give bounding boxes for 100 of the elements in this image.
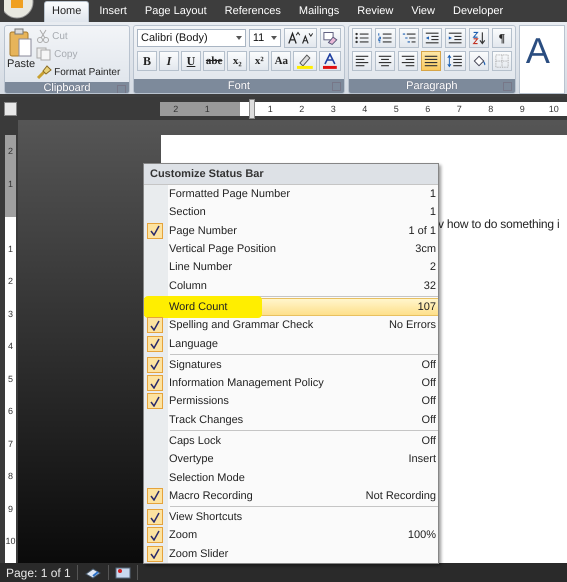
item-label: Page Number — [168, 224, 238, 237]
ribbon-tab[interactable]: References — [216, 1, 289, 22]
menu-item[interactable]: Information Management Policy Off — [144, 374, 438, 392]
menu-item[interactable]: Section 1 — [144, 203, 438, 222]
ribbon-tab[interactable]: Insert — [91, 1, 135, 22]
ruler-number: 6 — [6, 405, 14, 418]
font-color-button[interactable] — [319, 51, 341, 71]
menu-item[interactable]: Zoom Slider — [144, 544, 438, 563]
paragraph-button[interactable] — [445, 28, 466, 48]
checkbox[interactable] — [147, 393, 163, 410]
menu-item[interactable]: Word Count 107 — [144, 298, 438, 316]
paragraph-button[interactable] — [352, 28, 372, 48]
menu-item[interactable]: Permissions Off — [144, 392, 438, 411]
item-value: 1 — [430, 188, 437, 200]
menu-item[interactable]: Selection Mode — [144, 468, 438, 487]
item-label: Permissions — [168, 395, 230, 408]
paste-button[interactable]: Paste — [6, 28, 36, 80]
ruler-number: 3 — [6, 308, 14, 321]
item-value: 100% — [408, 529, 437, 542]
checkmark-icon — [150, 490, 160, 502]
alignment-button[interactable] — [421, 51, 442, 71]
item-value: Off — [422, 414, 437, 426]
ruler-number: 2 — [6, 145, 14, 158]
checkbox[interactable] — [147, 356, 163, 373]
ruler-number: 4 — [361, 102, 368, 116]
menu-item[interactable]: Macro Recording Not Recording — [144, 486, 438, 506]
menu-item[interactable]: View Shortcuts — [144, 508, 438, 526]
page-count[interactable]: Page: 1 of 1 — [6, 566, 71, 580]
paragraph-button[interactable] — [422, 28, 442, 48]
alignment-button[interactable] — [374, 51, 395, 71]
group-label: Clipboard — [43, 82, 91, 93]
ruler-number: 10 — [548, 102, 560, 116]
bullet-list-icon — [354, 31, 370, 45]
item-label: Language — [168, 338, 219, 350]
paragraph-button[interactable] — [444, 51, 466, 71]
copy-icon — [36, 47, 52, 61]
ribbon-tab[interactable]: Developer — [445, 1, 512, 22]
grow-font-button[interactable] — [284, 28, 318, 48]
checkbox[interactable] — [147, 317, 163, 334]
group-label: Font — [228, 80, 250, 92]
menu-item[interactable]: Column 32 — [144, 276, 438, 295]
menu-item[interactable]: Spelling and Grammar Check No Errors — [144, 316, 438, 334]
checkbox[interactable] — [147, 336, 163, 352]
highlight-button[interactable] — [293, 51, 318, 71]
menu-item[interactable]: Page Number 1 of 1 — [144, 222, 438, 240]
menu-item[interactable]: Zoom 100% — [144, 526, 438, 545]
format-button[interactable]: x₂ — [227, 51, 248, 71]
menu-item[interactable]: Formatted Page Number 1 — [144, 185, 438, 204]
ribbon-tab[interactable]: Home — [44, 1, 90, 22]
checkmark-icon — [150, 320, 160, 331]
show-formatting-button[interactable]: ¶ — [492, 28, 512, 48]
font-size-field[interactable]: 11 — [248, 29, 281, 47]
checkbox[interactable] — [147, 509, 163, 526]
format-button[interactable]: x² — [249, 51, 270, 71]
format-button[interactable]: abe — [203, 51, 226, 71]
alignment-button[interactable] — [398, 51, 418, 71]
dropdown-arrow-icon[interactable] — [236, 36, 242, 40]
paragraph-button[interactable] — [375, 28, 396, 48]
ruler-number: 4 — [6, 340, 14, 354]
menu-item[interactable]: Overtype Insert — [144, 450, 438, 468]
menu-item[interactable]: Signatures Off — [144, 356, 438, 374]
checkbox[interactable] — [147, 527, 163, 544]
clipboard-button[interactable]: Format Painter — [36, 64, 120, 80]
menu-item[interactable]: Track Changes Off — [144, 410, 438, 429]
item-label: Track Changes — [168, 414, 244, 426]
item-label: Section — [168, 206, 207, 218]
item-label: Vertical Page Position — [168, 243, 278, 256]
format-button[interactable]: I — [159, 51, 179, 71]
indent-marker[interactable] — [248, 98, 254, 118]
ribbon-tab[interactable]: Page Layout — [136, 1, 215, 22]
item-label: Zoom Slider — [168, 548, 230, 560]
menu-item[interactable]: Language — [144, 334, 438, 353]
ribbon-tab[interactable]: View — [403, 1, 443, 22]
alignment-button[interactable] — [352, 51, 372, 71]
checkmark-icon — [150, 338, 160, 350]
checkbox[interactable] — [147, 375, 163, 392]
paragraph-button[interactable] — [468, 51, 489, 71]
item-value: Off — [422, 395, 437, 408]
paragraph-button[interactable] — [468, 28, 489, 48]
format-button[interactable]: Aa — [271, 51, 292, 71]
format-button[interactable]: U — [181, 51, 201, 71]
menu-item[interactable]: Caps Lock Off — [144, 432, 438, 450]
checkbox[interactable] — [147, 488, 163, 504]
font-name-field[interactable]: Calibri (Body) — [137, 29, 246, 47]
menu-item[interactable]: Line Number 2 — [144, 258, 438, 276]
checkbox[interactable] — [147, 222, 163, 239]
menu-item[interactable]: Vertical Page Position 3cm — [144, 240, 438, 258]
paragraph-button[interactable] — [398, 28, 419, 48]
style-preview[interactable]: A — [518, 25, 565, 94]
tab-selector-icon[interactable] — [4, 102, 17, 116]
format-button[interactable]: B — [137, 51, 157, 71]
item-label: Caps Lock — [168, 435, 222, 447]
paint-bucket-icon — [472, 53, 486, 69]
ribbon-tab[interactable]: Mailings — [290, 1, 348, 22]
checkbox[interactable] — [147, 546, 163, 562]
dropdown-arrow-icon[interactable] — [270, 36, 277, 40]
scissors-icon — [36, 29, 50, 43]
ribbon-tab[interactable]: Review — [349, 1, 402, 22]
align-left-icon — [354, 54, 369, 68]
clear-formatting-button[interactable] — [320, 28, 341, 48]
